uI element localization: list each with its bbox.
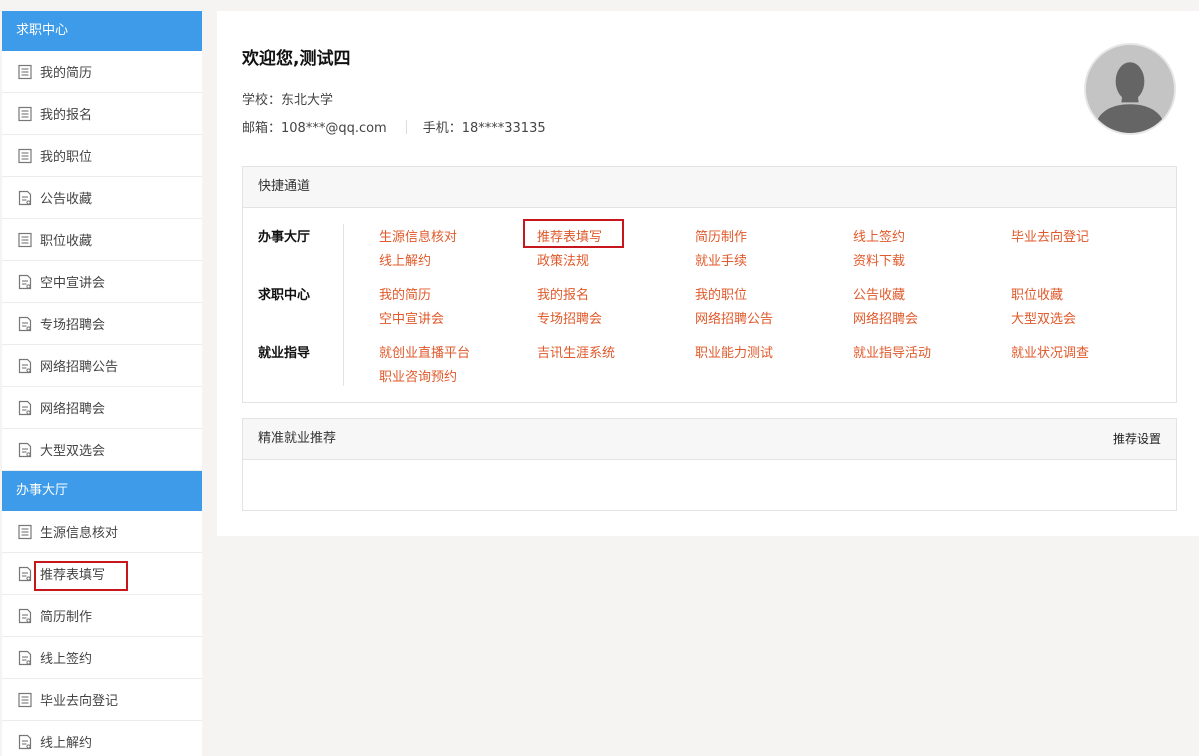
quick-link[interactable]: 就业指导活动	[853, 342, 931, 361]
quick-access-header: 快捷通道	[243, 167, 1176, 208]
list-document-icon	[17, 64, 33, 80]
sidebar-item-label: 生源信息核对	[40, 526, 119, 541]
sidebar-group-header-service-hall[interactable]: 办事大厅	[2, 471, 202, 511]
sidebar-item[interactable]: 专场招聘会	[2, 303, 202, 345]
quick-link[interactable]: 公告收藏	[853, 284, 905, 303]
quick-access-panel: 快捷通道 办事大厅 生源信息核对 推荐表填写 简历制作 线上签约 毕业去向登记线上解约 政策…	[242, 166, 1177, 403]
school-info: 学校：东北大学	[242, 93, 334, 108]
recommend-settings-link[interactable]: 推荐设置	[1113, 419, 1161, 459]
sidebar-item[interactable]: 我的简历	[2, 51, 202, 93]
quick-link[interactable]: 我的职位	[695, 284, 747, 303]
quick-link[interactable]: 就创业直播平台	[379, 342, 470, 361]
sidebar: 求职中心 我的简历我的报名我的职位公告收藏职位收藏空中宣讲会专场招聘会网络招聘公…	[2, 11, 202, 756]
quick-link[interactable]: 空中宣讲会	[379, 308, 444, 327]
document-icon	[17, 442, 33, 458]
quick-link[interactable]: 专场招聘会	[537, 308, 602, 327]
quick-link[interactable]: 线上解约	[379, 250, 431, 269]
quick-label-career-guidance: 就业指导	[258, 346, 311, 361]
sidebar-item-label: 职位收藏	[40, 234, 93, 249]
sidebar-item-label: 线上签约	[40, 652, 93, 667]
sidebar-item[interactable]: 职位收藏	[2, 219, 202, 261]
sidebar-item-label: 毕业去向登记	[40, 694, 119, 709]
document-icon	[17, 734, 33, 750]
document-icon	[17, 400, 33, 416]
email-info: 邮箱：108***@qq.com	[242, 121, 387, 136]
sidebar-item[interactable]: 空中宣讲会	[2, 261, 202, 303]
quick-access-body: 办事大厅 生源信息核对 推荐表填写 简历制作 线上签约 毕业去向登记线上解约 政策法规 就业手…	[243, 208, 1176, 403]
list-document-icon	[17, 524, 33, 540]
sidebar-item-label: 线上解约	[40, 736, 93, 751]
sidebar-item[interactable]: 简历制作	[2, 595, 202, 637]
document-icon	[17, 358, 33, 374]
sidebar-item[interactable]: 推荐表填写	[2, 553, 202, 595]
quick-link[interactable]: 推荐表填写	[537, 226, 602, 245]
quick-link[interactable]: 生源信息核对	[379, 226, 457, 245]
sidebar-item[interactable]: 生源信息核对	[2, 511, 202, 553]
sidebar-item-label: 简历制作	[40, 610, 93, 625]
sidebar-item-label: 我的报名	[40, 108, 93, 123]
quick-link[interactable]: 我的报名	[537, 284, 589, 303]
sidebar-item[interactable]: 我的报名	[2, 93, 202, 135]
list-document-icon	[17, 106, 33, 122]
document-icon	[17, 316, 33, 332]
welcome-title: 欢迎您,测试四	[242, 49, 351, 69]
sidebar-item[interactable]: 我的职位	[2, 135, 202, 177]
sidebar-item[interactable]: 线上签约	[2, 637, 202, 679]
sidebar-item-label: 网络招聘公告	[40, 360, 119, 375]
list-document-icon	[17, 232, 33, 248]
document-icon	[17, 566, 33, 582]
quick-link[interactable]: 线上签约	[853, 226, 905, 245]
divider	[343, 224, 344, 386]
sidebar-item[interactable]: 公告收藏	[2, 177, 202, 219]
main-content: 欢迎您,测试四 学校：东北大学 邮箱：108***@qq.com 手机：18**…	[217, 11, 1199, 536]
quick-label-service-hall: 办事大厅	[258, 230, 311, 245]
quick-link[interactable]: 职位收藏	[1011, 284, 1063, 303]
sidebar-item[interactable]: 毕业去向登记	[2, 679, 202, 721]
quick-link[interactable]: 网络招聘会	[853, 308, 918, 327]
quick-link[interactable]: 政策法规	[537, 250, 589, 269]
sidebar-item-label: 大型双选会	[40, 444, 106, 459]
recommend-header: 精准就业推荐 推荐设置	[243, 419, 1176, 460]
list-document-icon	[17, 148, 33, 164]
avatar[interactable]	[1084, 43, 1176, 135]
quick-link[interactable]: 大型双选会	[1011, 308, 1076, 327]
quick-link[interactable]: 我的简历	[379, 284, 431, 303]
sidebar-item[interactable]: 线上解约	[2, 721, 202, 756]
quick-link[interactable]: 就业状况调查	[1011, 342, 1089, 361]
sidebar-group-header-job-center[interactable]: 求职中心	[2, 11, 202, 51]
document-icon	[17, 190, 33, 206]
sidebar-item-label: 专场招聘会	[40, 318, 106, 333]
quick-link[interactable]: 职业咨询预约	[379, 366, 457, 385]
quick-link[interactable]: 网络招聘公告	[695, 308, 773, 327]
sidebar-item-label: 空中宣讲会	[40, 276, 106, 291]
list-document-icon	[17, 692, 33, 708]
quick-link[interactable]: 毕业去向登记	[1011, 226, 1089, 245]
divider	[405, 119, 407, 134]
quick-link[interactable]: 吉讯生涯系统	[537, 342, 615, 361]
sidebar-item-label: 我的简历	[40, 66, 93, 81]
sidebar-item-label: 网络招聘会	[40, 402, 106, 417]
phone-info: 手机：18****33135	[422, 121, 546, 136]
document-icon	[17, 608, 33, 624]
document-icon	[17, 650, 33, 666]
quick-link[interactable]: 就业手续	[695, 250, 747, 269]
recommend-panel: 精准就业推荐 推荐设置	[242, 418, 1177, 511]
quick-link[interactable]: 职业能力测试	[695, 342, 773, 361]
quick-link[interactable]: 资料下载	[853, 250, 905, 269]
sidebar-item[interactable]: 网络招聘公告	[2, 345, 202, 387]
user-silhouette-icon	[1086, 45, 1174, 133]
recommend-title: 精准就业推荐	[258, 431, 337, 446]
sidebar-item[interactable]: 网络招聘会	[2, 387, 202, 429]
document-icon	[17, 274, 33, 290]
quick-link[interactable]: 简历制作	[695, 226, 747, 245]
sidebar-item-label: 公告收藏	[40, 192, 93, 207]
quick-label-job-center: 求职中心	[258, 288, 311, 303]
highlight-box	[34, 561, 128, 591]
sidebar-item-label: 我的职位	[40, 150, 93, 165]
contact-info: 邮箱：108***@qq.com 手机：18****33135	[242, 117, 546, 136]
sidebar-item[interactable]: 大型双选会	[2, 429, 202, 471]
